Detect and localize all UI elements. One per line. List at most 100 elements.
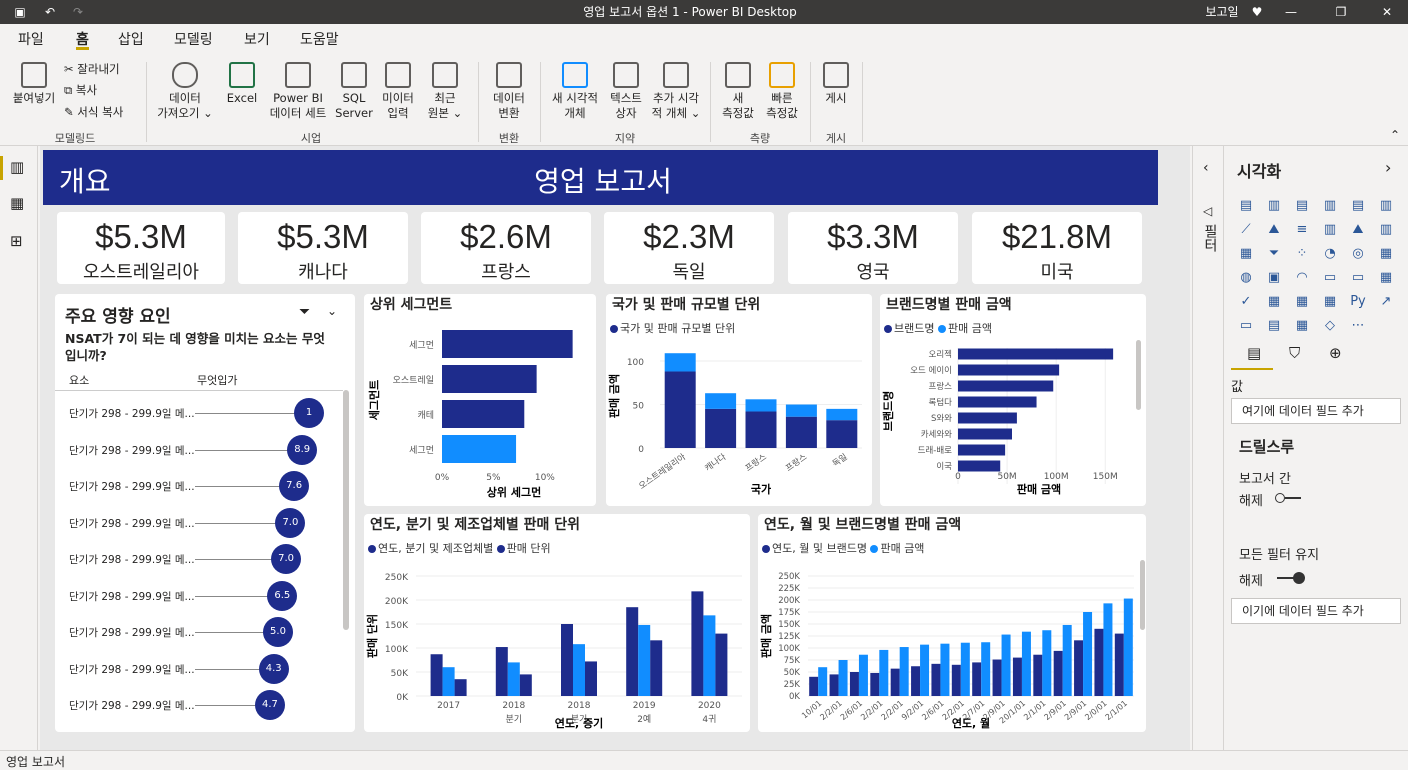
- quarter-units-visual[interactable]: 연도, 분기 및 제조업체별 판매 단위 연도, 분기 및 제조업체별 판매 단…: [364, 514, 750, 732]
- quick-measure-button[interactable]: 빠른 측정값: [760, 62, 804, 121]
- pbi-dataset-button[interactable]: Power BI 데이터 세트: [266, 62, 330, 121]
- new-visual-button[interactable]: 새 시각적 개체: [546, 62, 604, 121]
- scrollbar[interactable]: [1136, 340, 1141, 410]
- get-data-button[interactable]: 데이터 가져오기 ⌄: [152, 62, 218, 121]
- visual-type-icon[interactable]: ⛰: [1265, 222, 1283, 238]
- top-segment-visual[interactable]: 상위 세그먼트 세그먼 오스트레일 캐테 세그먼 0% 5% 10% 상위 세그먼 세그먼트: [364, 294, 596, 506]
- influencer-row[interactable]: 단기가 298 - 299.9일 메... 4.7: [69, 690, 339, 720]
- visual-type-icon[interactable]: ▣: [1265, 270, 1283, 286]
- visual-type-icon[interactable]: ⁘: [1293, 246, 1311, 262]
- sql-button[interactable]: SQL Server: [332, 62, 376, 121]
- keep-filters-toggle[interactable]: [1277, 572, 1307, 584]
- expand-pane-icon[interactable]: ›: [1385, 158, 1391, 177]
- kpi-card[interactable]: $2.3M 독일: [604, 212, 774, 284]
- collapse-ribbon-icon[interactable]: ⌃: [1390, 128, 1400, 142]
- values-field-well[interactable]: 여기에 데이터 필드 추가: [1231, 398, 1401, 424]
- fields-tab-icon[interactable]: ▤: [1247, 344, 1261, 362]
- visual-type-icon[interactable]: ▤: [1293, 198, 1311, 214]
- visual-type-icon[interactable]: ◍: [1237, 270, 1255, 286]
- report-view-icon[interactable]: ▥: [10, 158, 24, 176]
- visual-type-icon[interactable]: ▦: [1237, 246, 1255, 262]
- visual-type-icon[interactable]: ▦: [1377, 270, 1395, 286]
- model-view-icon[interactable]: ⊞: [10, 232, 23, 250]
- influencer-row[interactable]: 단기가 298 - 299.9일 메... 8.9: [69, 434, 339, 465]
- redo-icon[interactable]: ↷: [68, 4, 88, 20]
- visual-type-icon[interactable]: ≡: [1293, 222, 1311, 238]
- scrollbar[interactable]: [1140, 560, 1145, 630]
- key-influencers-visual[interactable]: 주요 영향 요인 ⏷ ⌄ NSAT가 7이 되는 데 영향을 미치는 요소는 무…: [55, 294, 355, 732]
- menu-modeling[interactable]: 모델링: [174, 30, 213, 50]
- visual-type-icon[interactable]: ▦: [1377, 246, 1395, 262]
- publish-button[interactable]: 게시: [816, 62, 856, 106]
- visual-type-icon[interactable]: ▦: [1265, 294, 1283, 310]
- cross-report-toggle[interactable]: [1275, 492, 1303, 504]
- close-icon[interactable]: ✕: [1378, 4, 1396, 20]
- visual-type-icon[interactable]: ▦: [1321, 294, 1339, 310]
- visual-type-icon[interactable]: ⛰: [1349, 222, 1367, 238]
- brand-sales-visual[interactable]: 브랜드명별 판매 금액 브랜드명 판매 금액 0 50M 100M 150M 오리젝 오드…: [880, 294, 1146, 506]
- kpi-card[interactable]: $2.6M 프랑스: [421, 212, 591, 284]
- undo-icon[interactable]: ↶: [40, 4, 60, 20]
- visual-type-icon[interactable]: ◇: [1321, 318, 1339, 334]
- enter-data-button[interactable]: 미이터 입력: [376, 62, 420, 121]
- maximize-icon[interactable]: ❐: [1332, 4, 1350, 20]
- collapse-filters-icon[interactable]: ‹: [1203, 160, 1209, 176]
- visual-type-icon[interactable]: ▥: [1265, 198, 1283, 214]
- heart-icon[interactable]: ♥: [1248, 4, 1266, 20]
- page-tab[interactable]: 영업 보고서: [6, 753, 65, 770]
- visual-type-icon[interactable]: ▦: [1293, 318, 1311, 334]
- visual-type-icon[interactable]: ▦: [1293, 294, 1311, 310]
- user-label[interactable]: 보고일: [1200, 4, 1244, 20]
- paste-button[interactable]: 붙여넣기: [6, 62, 62, 106]
- kpi-card[interactable]: $21.8M 미국: [972, 212, 1142, 284]
- visual-type-icon[interactable]: ⋯: [1349, 318, 1367, 334]
- visual-type-icon[interactable]: ▥: [1377, 222, 1395, 238]
- kpi-card[interactable]: $5.3M 캐나다: [238, 212, 408, 284]
- transform-button[interactable]: 데이터 변환: [484, 62, 534, 121]
- format-tab-icon[interactable]: ⛉: [1289, 344, 1300, 362]
- influencer-row[interactable]: 단기가 298 - 299.9일 메... 6.5: [69, 580, 339, 611]
- copy-button[interactable]: ⧉ 복사: [64, 83, 144, 98]
- format-painter-button[interactable]: ✎ 서식 복사: [64, 105, 144, 120]
- more-visuals-button[interactable]: 추가 시각 적 개체 ⌄: [648, 62, 704, 121]
- visual-type-icon[interactable]: ▭: [1349, 270, 1367, 286]
- visual-type-icon[interactable]: Py: [1349, 294, 1367, 310]
- visual-type-icon[interactable]: ▭: [1321, 270, 1339, 286]
- menu-help[interactable]: 도움말: [300, 30, 339, 50]
- visual-type-icon[interactable]: ↗: [1377, 294, 1395, 310]
- country-sales-visual[interactable]: 국가 및 판매 규모별 단위 국가 및 판매 규모별 단위 0 50 100 오스트레…: [606, 294, 872, 506]
- kpi-card[interactable]: $5.3M 오스트레일리아: [57, 212, 225, 284]
- save-icon[interactable]: ▣: [10, 4, 30, 20]
- influencer-row[interactable]: 단기가 298 - 299.9일 메... 1: [69, 398, 339, 428]
- filter-pane-icon[interactable]: ◁: [1203, 204, 1212, 218]
- filters-pane-label[interactable]: 필터: [1202, 224, 1219, 252]
- menu-view[interactable]: 보기: [244, 30, 270, 50]
- kpi-card[interactable]: $3.3M 영국: [788, 212, 958, 284]
- visual-type-icon[interactable]: ✓: [1237, 294, 1255, 310]
- new-measure-button[interactable]: 새 측정값: [716, 62, 760, 121]
- excel-button[interactable]: Excel: [220, 62, 264, 106]
- minimize-icon[interactable]: —: [1282, 4, 1300, 20]
- month-brand-visual[interactable]: 연도, 월 및 브랜드명별 판매 금액 연도, 월 및 브랜드명 판매 금액 0…: [758, 514, 1146, 732]
- visual-type-icon[interactable]: ▤: [1237, 198, 1255, 214]
- visual-type-icon[interactable]: ◔: [1321, 246, 1339, 262]
- drillthrough-field-well[interactable]: 이기에 데이터 필드 추가: [1231, 598, 1401, 624]
- influencer-row[interactable]: 단기가 298 - 299.9일 메... 4.3: [69, 653, 339, 684]
- recent-sources-button[interactable]: 최근 원본 ⌄: [422, 62, 468, 121]
- text-box-button[interactable]: 텍스트 상자: [604, 62, 648, 121]
- influencer-row[interactable]: 단기가 298 - 299.9일 메... 7.0: [69, 507, 339, 538]
- visual-type-icon[interactable]: ◎: [1349, 246, 1367, 262]
- visual-type-icon[interactable]: ▥: [1321, 222, 1339, 238]
- data-view-icon[interactable]: ▦: [10, 194, 24, 212]
- chevron-down-icon[interactable]: ⌄: [327, 304, 337, 318]
- influencer-row[interactable]: 단기가 298 - 299.9일 메... 5.0: [69, 617, 339, 647]
- menu-file[interactable]: 파일: [18, 30, 44, 50]
- menu-home[interactable]: 홈: [76, 30, 89, 50]
- visual-type-icon[interactable]: ▥: [1321, 198, 1339, 214]
- filter-icon[interactable]: ⏷: [299, 304, 310, 320]
- influencer-row[interactable]: 단기가 298 - 299.9일 메... 7.6: [69, 471, 339, 501]
- scrollbar[interactable]: [343, 390, 349, 630]
- menu-insert[interactable]: 삽입: [118, 30, 144, 50]
- visual-type-icon[interactable]: ◠: [1293, 270, 1311, 286]
- visual-type-icon[interactable]: ⏷: [1265, 246, 1283, 262]
